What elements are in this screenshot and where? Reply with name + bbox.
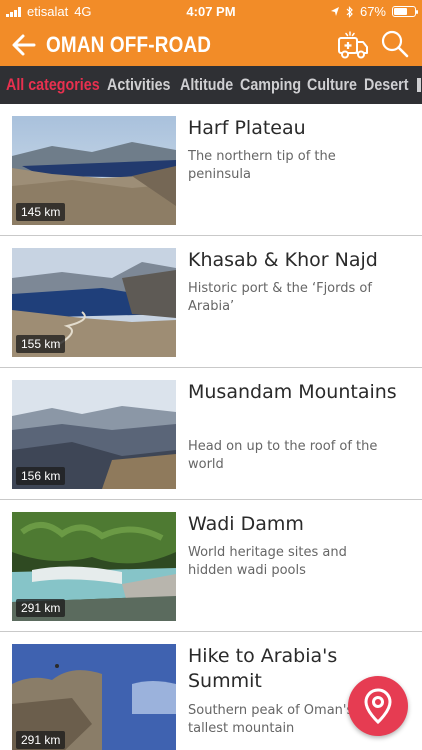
thumbnail-image: 291 km <box>12 512 176 621</box>
thumbnail-image: 291 km <box>12 644 176 750</box>
item-title: Musandam Mountains <box>188 381 397 403</box>
distance-badge: 145 km <box>16 203 66 221</box>
thumbnail-image: 145 km <box>12 116 176 225</box>
map-button[interactable] <box>348 676 408 736</box>
item-subtitle: The northern tip of the peninsula <box>188 149 336 182</box>
map-pin-icon <box>364 688 392 724</box>
thumbnail-image: 155 km <box>12 248 176 357</box>
category-bar: All categories Activities Altitude Campi… <box>0 66 422 104</box>
item-title: Wadi Damm <box>188 513 304 535</box>
emergency-button[interactable] <box>336 29 370 61</box>
list-item[interactable]: 291 km Wadi Damm World heritage sites an… <box>0 500 422 632</box>
list-item[interactable]: 156 km Musandam Mountains Head on up to … <box>0 368 422 500</box>
category-tab-altitude[interactable]: Altitude <box>180 75 233 95</box>
category-tab-camping[interactable]: Camping <box>240 75 301 95</box>
search-button[interactable] <box>380 29 410 59</box>
bluetooth-icon <box>346 5 353 18</box>
item-subtitle: World heritage sites and hidden wadi poo… <box>188 545 347 578</box>
distance-badge: 155 km <box>16 335 66 353</box>
battery-percent: 67% <box>359 4 386 19</box>
item-title: Harf Plateau <box>188 117 306 139</box>
category-tab-desert[interactable]: Desert <box>364 75 408 95</box>
category-tab-all[interactable]: All categories <box>6 75 100 95</box>
page-title: OMAN OFF-ROAD <box>46 32 212 57</box>
item-subtitle: Historic port & the ‘Fjords of Arabia’ <box>188 281 372 314</box>
search-icon <box>381 30 409 58</box>
app-bar: OMAN OFF-ROAD <box>0 24 422 66</box>
list-item[interactable]: 155 km Khasab & Khor Najd Historic port … <box>0 236 422 368</box>
distance-badge: 156 km <box>16 467 66 485</box>
thumbnail-image: 156 km <box>12 380 176 489</box>
category-overflow <box>417 78 421 92</box>
category-tab-activities[interactable]: Activities <box>107 75 170 95</box>
distance-badge: 291 km <box>16 599 66 617</box>
battery-icon <box>392 6 418 17</box>
ambulance-icon <box>338 31 368 59</box>
list-item[interactable]: 145 km Harf Plateau The northern tip of … <box>0 104 422 236</box>
status-bar: etisalat 4G 4:07 PM 67% <box>0 0 422 24</box>
back-button[interactable] <box>10 31 38 59</box>
distance-badge: 291 km <box>16 731 66 749</box>
item-title: Khasab & Khor Najd <box>188 249 378 271</box>
item-subtitle: Head on up to the roof of the world <box>188 439 378 472</box>
category-tab-culture[interactable]: Culture <box>307 75 357 95</box>
arrow-left-icon <box>12 34 36 56</box>
location-arrow-icon <box>330 7 339 16</box>
